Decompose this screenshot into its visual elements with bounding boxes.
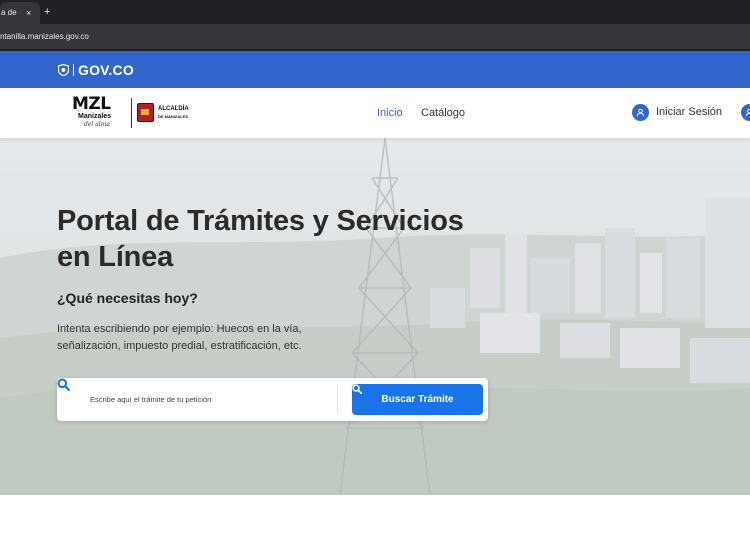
login-label: Iniciar Sesión bbox=[656, 106, 723, 118]
browser-tab-bar: a de × + bbox=[0, 0, 750, 24]
search-button-label: Buscar Trámite bbox=[381, 394, 454, 405]
hero-description: Intenta escribiendo por ejemplo: Huecos … bbox=[57, 323, 302, 352]
shield-icon bbox=[58, 64, 69, 76]
alcaldia-shield-icon bbox=[137, 103, 154, 122]
alcaldia-text: ALCALDÍA DE MANIZALES bbox=[158, 106, 189, 120]
search-divider bbox=[337, 386, 338, 413]
mzl-logo-main: MZL bbox=[72, 94, 111, 114]
search-box: Buscar Trámite bbox=[57, 378, 488, 421]
page-title: Portal de Trámites y Servicios en Línea bbox=[57, 205, 464, 273]
nav-inicio[interactable]: Inicio bbox=[377, 107, 403, 120]
gov-co-logo[interactable]: GOV.CO bbox=[58, 62, 134, 78]
register-user-icon[interactable] bbox=[741, 104, 750, 121]
alcaldia-logo[interactable]: ALCALDÍA DE MANIZALES bbox=[137, 103, 189, 122]
mzl-logo[interactable]: MZL Manizales del alma bbox=[72, 96, 128, 132]
tab-close-icon[interactable]: × bbox=[26, 7, 31, 19]
site-header: MZL Manizales del alma ALCALDÍA DE MANIZ… bbox=[0, 88, 750, 138]
search-input[interactable] bbox=[90, 391, 335, 408]
mzl-logo-tagline: del alma bbox=[84, 121, 110, 128]
alcaldia-line1: ALCALDÍA bbox=[158, 105, 189, 112]
nav-catalogo[interactable]: Catálogo bbox=[421, 107, 465, 120]
tab-title: a de bbox=[1, 8, 17, 17]
hero-section: Portal de Trámites y Servicios en Línea … bbox=[0, 138, 750, 495]
gov-co-bar: GOV.CO bbox=[0, 51, 750, 88]
user-icon bbox=[632, 104, 649, 121]
gov-logo-separator bbox=[73, 64, 74, 76]
url-text: ntanilla.manizales.gov.co bbox=[0, 32, 89, 41]
gov-logo-text: GOV.CO bbox=[78, 62, 134, 78]
hero-overlay bbox=[0, 138, 750, 495]
alcaldia-line2: DE MANIZALES bbox=[158, 113, 188, 119]
logo-separator bbox=[131, 98, 132, 128]
browser-address-bar[interactable]: ntanilla.manizales.gov.co bbox=[0, 24, 750, 49]
browser-tab[interactable]: a de × bbox=[0, 2, 40, 24]
search-icon bbox=[57, 378, 70, 391]
hero-subtitle: ¿Qué necesitas hoy? bbox=[57, 290, 198, 306]
login-button[interactable]: Iniciar Sesión bbox=[632, 104, 722, 121]
new-tab-button[interactable]: + bbox=[44, 5, 50, 19]
search-button[interactable]: Buscar Trámite bbox=[352, 384, 483, 415]
mzl-logo-sub: Manizales bbox=[78, 113, 112, 120]
search-button-icon bbox=[352, 384, 362, 394]
